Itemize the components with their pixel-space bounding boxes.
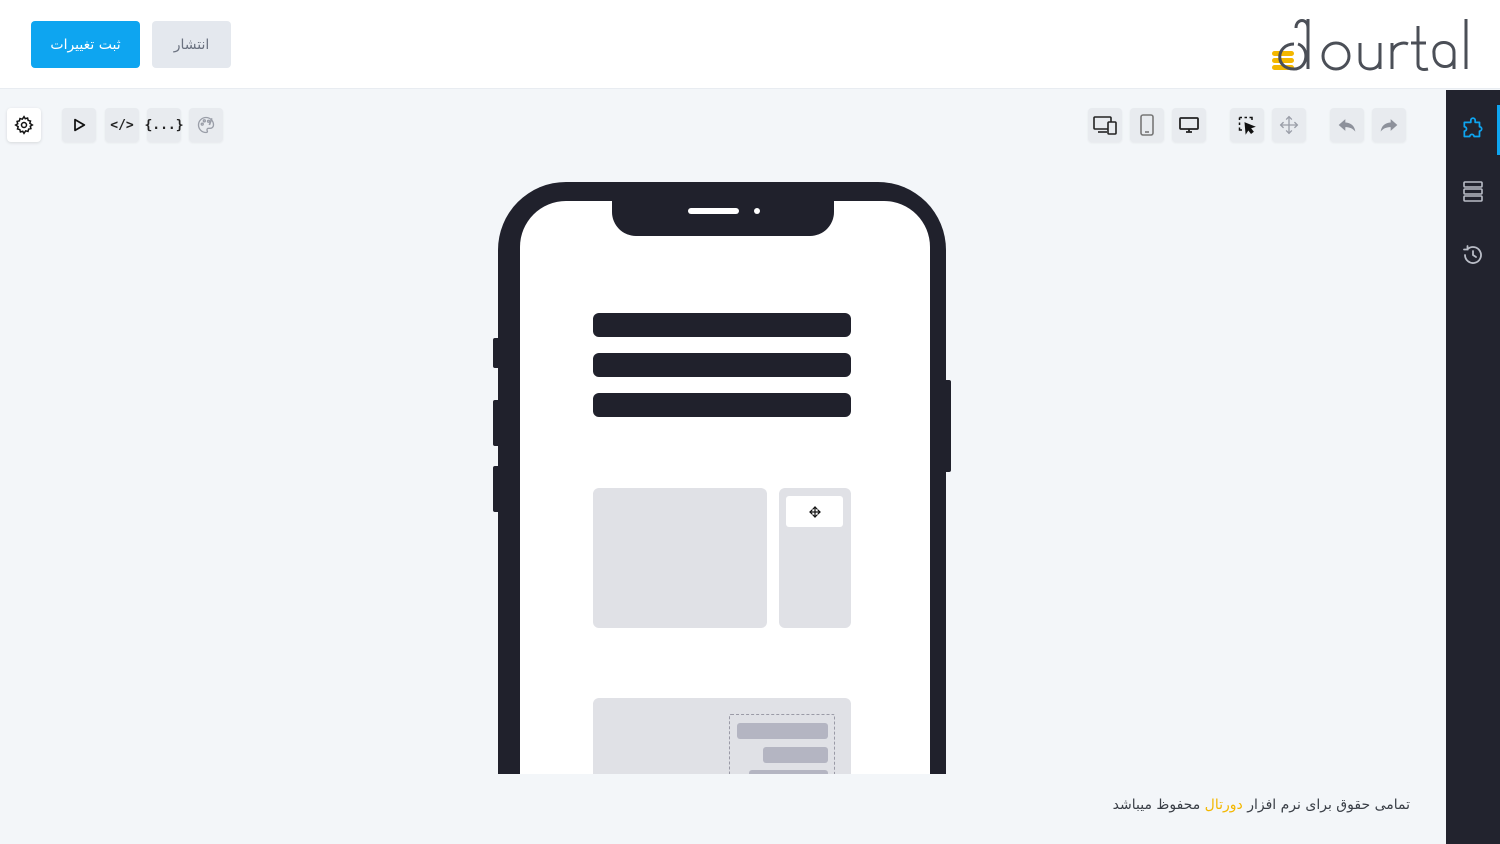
puzzle-icon (1463, 117, 1483, 138)
save-changes-button[interactable]: ثبت تغییرات (31, 21, 140, 68)
dourtal-logo (1272, 19, 1468, 71)
desktop-view-button[interactable] (1172, 108, 1206, 142)
preview-button[interactable] (62, 108, 96, 142)
settings-button[interactable] (7, 108, 41, 142)
content-block-placeholder[interactable] (593, 488, 767, 628)
redo-icon (1380, 119, 1398, 132)
drag-handle[interactable] (786, 496, 843, 527)
sidebar-item-layers[interactable] (1446, 164, 1500, 218)
canvas-preview[interactable] (480, 170, 970, 774)
palette-icon (197, 116, 215, 134)
code-icon: </> (110, 117, 134, 133)
right-sidebar (1446, 90, 1500, 844)
history-icon (1463, 245, 1482, 264)
desktop-view-icon (1179, 117, 1199, 133)
text-placeholder-line[interactable] (593, 353, 851, 377)
sidebar-item-history[interactable] (1446, 228, 1500, 282)
copyright-footer: تمامی حقوق برای نرم افزار دورتال محفوظ م… (1094, 797, 1410, 813)
move-tool-button[interactable] (1272, 108, 1306, 142)
publish-button[interactable]: انتشار (152, 21, 231, 68)
select-tool-button[interactable] (1230, 108, 1264, 142)
footer-suffix: محفوظ میباشد (1112, 797, 1201, 813)
select-tool-icon (1238, 116, 1256, 135)
mobile-view-icon (1140, 114, 1154, 136)
responsive-view-icon (1093, 116, 1117, 135)
footer-brand-link[interactable]: دورتال (1205, 797, 1243, 813)
json-editor-button[interactable]: {...} (144, 108, 184, 142)
footer-prefix: تمامی حقوق برای نرم افزار (1247, 797, 1410, 813)
responsive-view-button[interactable] (1088, 108, 1122, 142)
move-tool-icon (1279, 115, 1299, 135)
text-placeholder-line[interactable] (593, 313, 851, 337)
mini-text-placeholder (749, 770, 828, 774)
layers-icon (1463, 181, 1483, 202)
play-icon (74, 118, 86, 132)
text-placeholder-line[interactable] (593, 393, 851, 417)
settings-icon (14, 115, 34, 135)
mobile-view-button[interactable] (1130, 108, 1164, 142)
phone-camera (754, 208, 760, 214)
mini-text-placeholder (763, 747, 828, 763)
top-header: ثبت تغییرات انتشار (0, 0, 1500, 89)
move-handle-icon (808, 505, 821, 518)
undo-icon (1338, 119, 1356, 132)
phone-frame (498, 182, 946, 774)
json-icon: {...} (144, 117, 184, 133)
theme-button[interactable] (189, 108, 223, 142)
undo-button[interactable] (1330, 108, 1364, 142)
mini-text-placeholder (737, 723, 828, 739)
code-editor-button[interactable]: </> (105, 108, 139, 142)
redo-button[interactable] (1372, 108, 1406, 142)
phone-speaker (688, 208, 739, 214)
sidebar-item-components[interactable] (1446, 103, 1500, 157)
